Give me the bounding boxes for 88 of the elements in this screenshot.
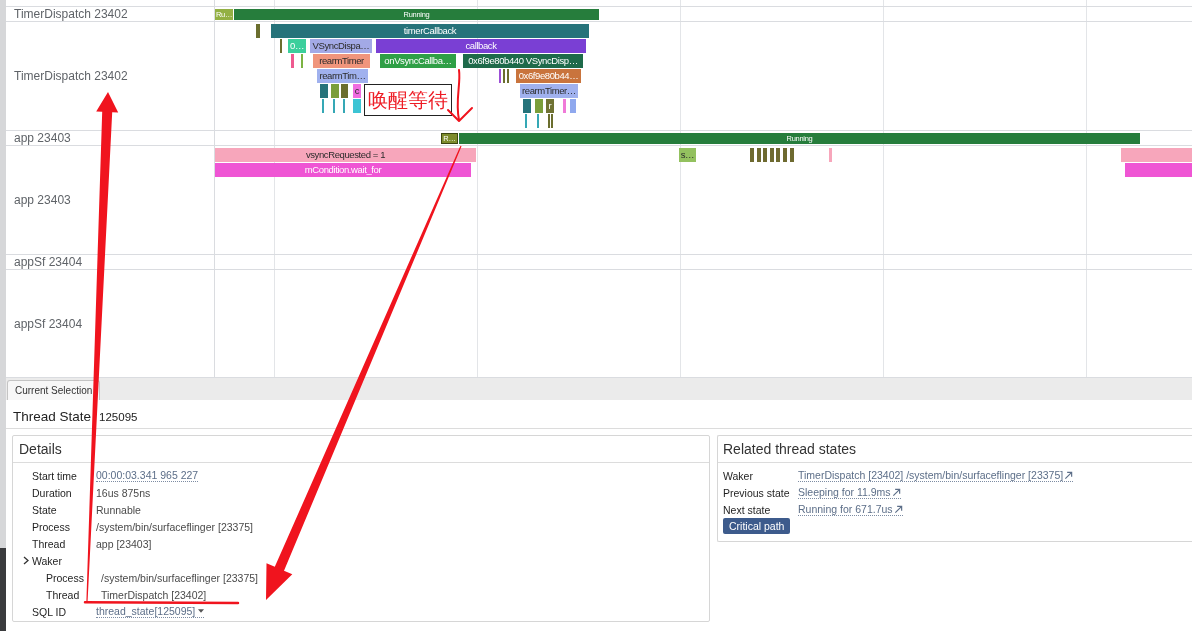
slice-marker[interactable] — [341, 84, 348, 98]
panel-title: Thread State — [13, 409, 92, 423]
waker-toggle[interactable]: Waker — [23, 554, 62, 567]
thread-state-link[interactable]: TimerDispatch [23402] /system/bin/surfaceflinger [23375] — [798, 469, 1074, 482]
slice-marker[interactable] — [563, 99, 566, 113]
track-label: appSf 23404 — [14, 315, 83, 333]
slice-marker[interactable] — [499, 69, 501, 83]
slice-marker[interactable] — [829, 148, 832, 162]
annotation-arrow — [447, 69, 473, 122]
field-label: Previous state — [723, 486, 791, 499]
slice-marker[interactable] — [790, 148, 794, 162]
slice-marker[interactable] — [535, 99, 543, 113]
field-label: SQL ID — [32, 605, 68, 618]
trace-slice[interactable]: s… — [679, 148, 696, 162]
trace-slice[interactable]: mCondition.wait_for — [215, 163, 471, 177]
slice-marker[interactable] — [322, 99, 324, 113]
trace-slice[interactable]: timerCallback — [271, 24, 589, 38]
annotation-label: 唤醒等待 — [364, 84, 452, 116]
field-label: Next state — [723, 503, 772, 516]
trace-slice[interactable]: rearmTimer… — [520, 84, 578, 98]
slice-marker[interactable] — [570, 99, 576, 113]
slice-marker[interactable] — [503, 69, 505, 83]
field-value: 16us 875ns — [96, 486, 151, 499]
slice-marker[interactable] — [343, 99, 345, 113]
slice-marker[interactable] — [783, 148, 787, 162]
trace-slice[interactable]: 0x6f9e80b44… — [516, 69, 581, 83]
card-title: Details — [19, 439, 62, 459]
slice-marker[interactable] — [320, 84, 328, 98]
slice-marker[interactable] — [291, 54, 294, 68]
slice-marker[interactable] — [776, 148, 780, 162]
slice-marker[interactable] — [333, 99, 335, 113]
field-label: Thread — [46, 588, 81, 601]
slice-marker[interactable] — [551, 114, 553, 128]
selection-id: 125095 — [99, 411, 138, 423]
trace-slice[interactable]: 0x6f9e80b440 VSyncDisp… — [463, 54, 583, 68]
thread-state-link[interactable]: Sleeping for 11.9ms — [798, 486, 901, 499]
field-value: /system/bin/surfaceflinger [23375] — [101, 571, 258, 584]
slice-marker[interactable] — [1125, 163, 1192, 177]
slice-marker[interactable] — [523, 99, 531, 113]
thread-state-link[interactable]: Running for 671.7us — [798, 503, 903, 516]
field-label: Process — [46, 571, 85, 584]
caret-icon — [198, 609, 205, 613]
trace-slice[interactable]: VSyncDispa… — [310, 39, 372, 53]
external-link-icon — [893, 504, 903, 514]
critical-path-button[interactable]: Critical path — [723, 518, 791, 534]
trace-slice[interactable]: callback — [376, 39, 586, 53]
track-label: TimerDispatch 23402 — [14, 6, 128, 23]
slice-marker[interactable] — [301, 54, 303, 68]
chevron-icon — [23, 556, 29, 565]
field-value: /system/bin/surfaceflinger [23375] — [96, 520, 253, 533]
track-label: app 23403 — [14, 130, 71, 147]
external-link-icon — [1064, 470, 1074, 480]
slice-marker[interactable] — [770, 148, 774, 162]
trace-slice[interactable]: vsyncRequested = 1 — [215, 148, 476, 162]
panel-tab[interactable]: Current Selection — [7, 380, 101, 400]
track-label: app 23403 — [14, 192, 71, 209]
field-label: Thread — [32, 537, 67, 550]
field-label: Waker — [723, 469, 754, 482]
card-title: Related thread states — [723, 439, 857, 459]
sql-id-menu[interactable]: thread_state[125095] — [96, 605, 205, 618]
trace-slice[interactable]: r — [546, 99, 554, 113]
trace-slice[interactable]: rearmTim… — [317, 69, 368, 83]
track-label: TimerDispatch 23402 — [14, 68, 128, 85]
field-value: TimerDispatch [23402] — [101, 588, 207, 601]
track-label: appSf 23404 — [14, 254, 83, 271]
slice-marker[interactable] — [757, 148, 761, 162]
slice-marker[interactable] — [537, 114, 539, 128]
field-label: Start time — [32, 469, 78, 482]
slice-marker[interactable] — [507, 69, 509, 83]
external-link-icon — [891, 487, 901, 497]
trace-slice[interactable]: c — [353, 84, 361, 98]
trace-slice[interactable]: onVsyncCallba… — [380, 54, 456, 68]
field-label: Process — [32, 520, 71, 533]
field-label: Duration — [32, 486, 73, 499]
slice-marker[interactable] — [256, 24, 260, 38]
slice-marker[interactable] — [750, 148, 754, 162]
slice-marker[interactable] — [763, 148, 767, 162]
slice-marker[interactable] — [331, 84, 339, 98]
slice-marker[interactable] — [548, 114, 550, 128]
slice-marker[interactable] — [353, 99, 361, 113]
slice-marker[interactable] — [525, 114, 527, 128]
slice-marker[interactable] — [280, 39, 282, 53]
field-label: State — [32, 503, 58, 516]
timestamp-link[interactable]: 00:00:03.341 965 227 — [96, 469, 199, 482]
trace-slice[interactable]: rearmTimer — [313, 54, 370, 68]
field-value: app [23403] — [96, 537, 152, 550]
slice-marker[interactable] — [1121, 148, 1192, 162]
field-value: Runnable — [96, 503, 141, 516]
